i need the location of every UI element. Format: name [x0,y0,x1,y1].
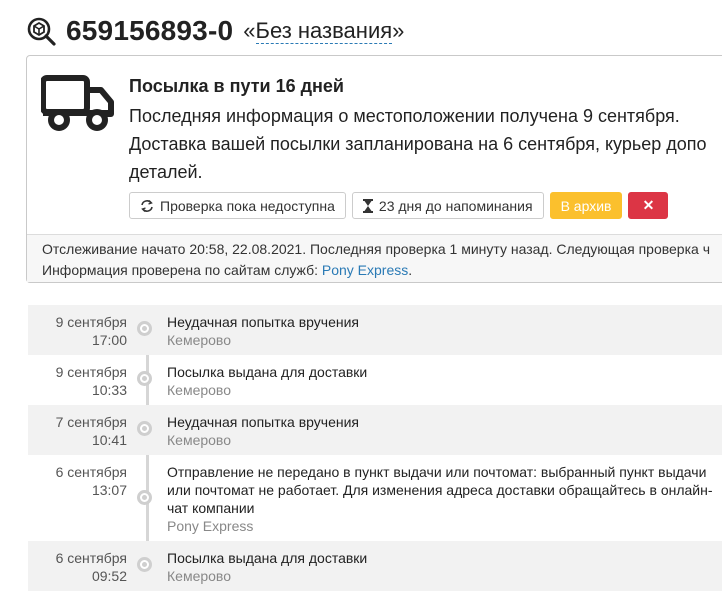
event-date: 7 сентября [55,414,127,430]
tracking-info-line-1: Отслеживание начато 20:58, 22.08.2021. П… [42,241,710,257]
delete-button[interactable]: ✕ [628,192,669,219]
event-text: Неудачная попытка вручения [167,314,360,330]
event-text: Неудачная попытка вручения [167,414,360,430]
event-time: 10:41 [91,432,127,448]
quote-open: « [243,18,256,43]
event-time: 17:00 [91,332,127,348]
truck-icon [41,75,114,131]
event-datetime: 6 сентября 09:52 [28,549,127,585]
event-place: Кемерово [167,568,231,584]
status-card-body: Посылка в пути 16 дней Последняя информа… [27,56,722,234]
event-time: 10:33 [91,382,127,398]
parcel-search-icon [27,17,56,46]
timeline-dot [137,421,152,436]
tracking-info-line-2: Информация проверена по сайтам служб: Po… [42,260,722,281]
hourglass-icon [362,198,373,213]
status-line-2: Доставка вашей посылки запланирована на … [129,134,707,154]
reminder-label: 23 дня до напоминания [378,197,533,214]
reminder-button[interactable]: 23 дня до напоминания [351,192,544,219]
event-time: 09:52 [91,568,127,584]
status-card: Посылка в пути 16 дней Последняя информа… [26,55,722,283]
event-place: Pony Express [167,518,254,534]
refresh-icon [141,199,153,212]
tracking-number: 659156893-0 [66,15,234,46]
timeline-dot [137,371,152,386]
event-datetime: 9 сентября 10:33 [28,363,127,399]
event-date: 9 сентября [55,314,127,330]
timeline-dot [137,490,152,505]
services-suffix: . [408,262,413,278]
timeline-dot [137,557,152,572]
services-prefix: Информация проверена по сайтам служб: [42,262,322,278]
event-time: 13:07 [91,482,127,498]
status-title: Посылка в пути 16 дней [129,76,344,96]
event-date: 6 сентября [55,550,127,566]
status-text: Последняя информация о местоположении по… [129,102,722,186]
event-text: Посылка выдана для доставки [167,550,368,566]
event-datetime: 7 сентября 10:41 [28,413,127,449]
event-date: 9 сентября [55,364,127,380]
tracking-info-footer: Отслеживание начато 20:58, 22.08.2021. П… [27,234,722,282]
status-line-1: Последняя информация о местоположении по… [129,106,680,126]
close-icon: ✕ [642,197,655,213]
parcel-name-text[interactable]: Без названия [255,18,393,44]
timeline-event: 7 сентября 10:41 Неудачная попытка вручен… [28,405,722,455]
event-datetime: 6 сентября 13:07 [28,463,127,499]
parcel-name[interactable]: «Без названия» [243,18,404,44]
action-buttons: Проверка пока недоступна 23 дня до напом… [129,192,669,219]
page-header: 659156893-0 «Без названия» [26,14,404,48]
timeline-event: 6 сентября 09:52 Посылка выдана для доста… [28,541,722,591]
event-datetime: 9 сентября 17:00 [28,313,127,349]
check-unavailable-button[interactable]: Проверка пока недоступна [129,192,346,219]
event-place: Кемерово [167,382,231,398]
timeline-event: 9 сентября 10:33 Посылка выдана для доста… [28,355,722,405]
event-text: Отправление не передано в пункт выдачи и… [167,464,713,516]
tracking-timeline: 9 сентября 17:00 Неудачная попытка вручен… [28,305,722,591]
check-unavailable-label: Проверка пока недоступна [160,197,335,214]
archive-button[interactable]: В архив [549,192,623,219]
quote-close: » [392,18,405,43]
archive-label: В архив [560,197,612,214]
timeline-dot [137,321,152,336]
event-text: Посылка выдана для доставки [167,364,368,380]
event-place: Кемерово [167,432,231,448]
timeline-event: 6 сентября 13:07 Отправление не передано … [28,455,722,541]
event-date: 6 сентября [55,464,127,480]
status-line-3: деталей. [129,162,203,182]
event-place: Кемерово [167,332,231,348]
timeline-event: 9 сентября 17:00 Неудачная попытка вручен… [28,305,722,355]
service-link-pony-express[interactable]: Pony Express [322,262,408,278]
